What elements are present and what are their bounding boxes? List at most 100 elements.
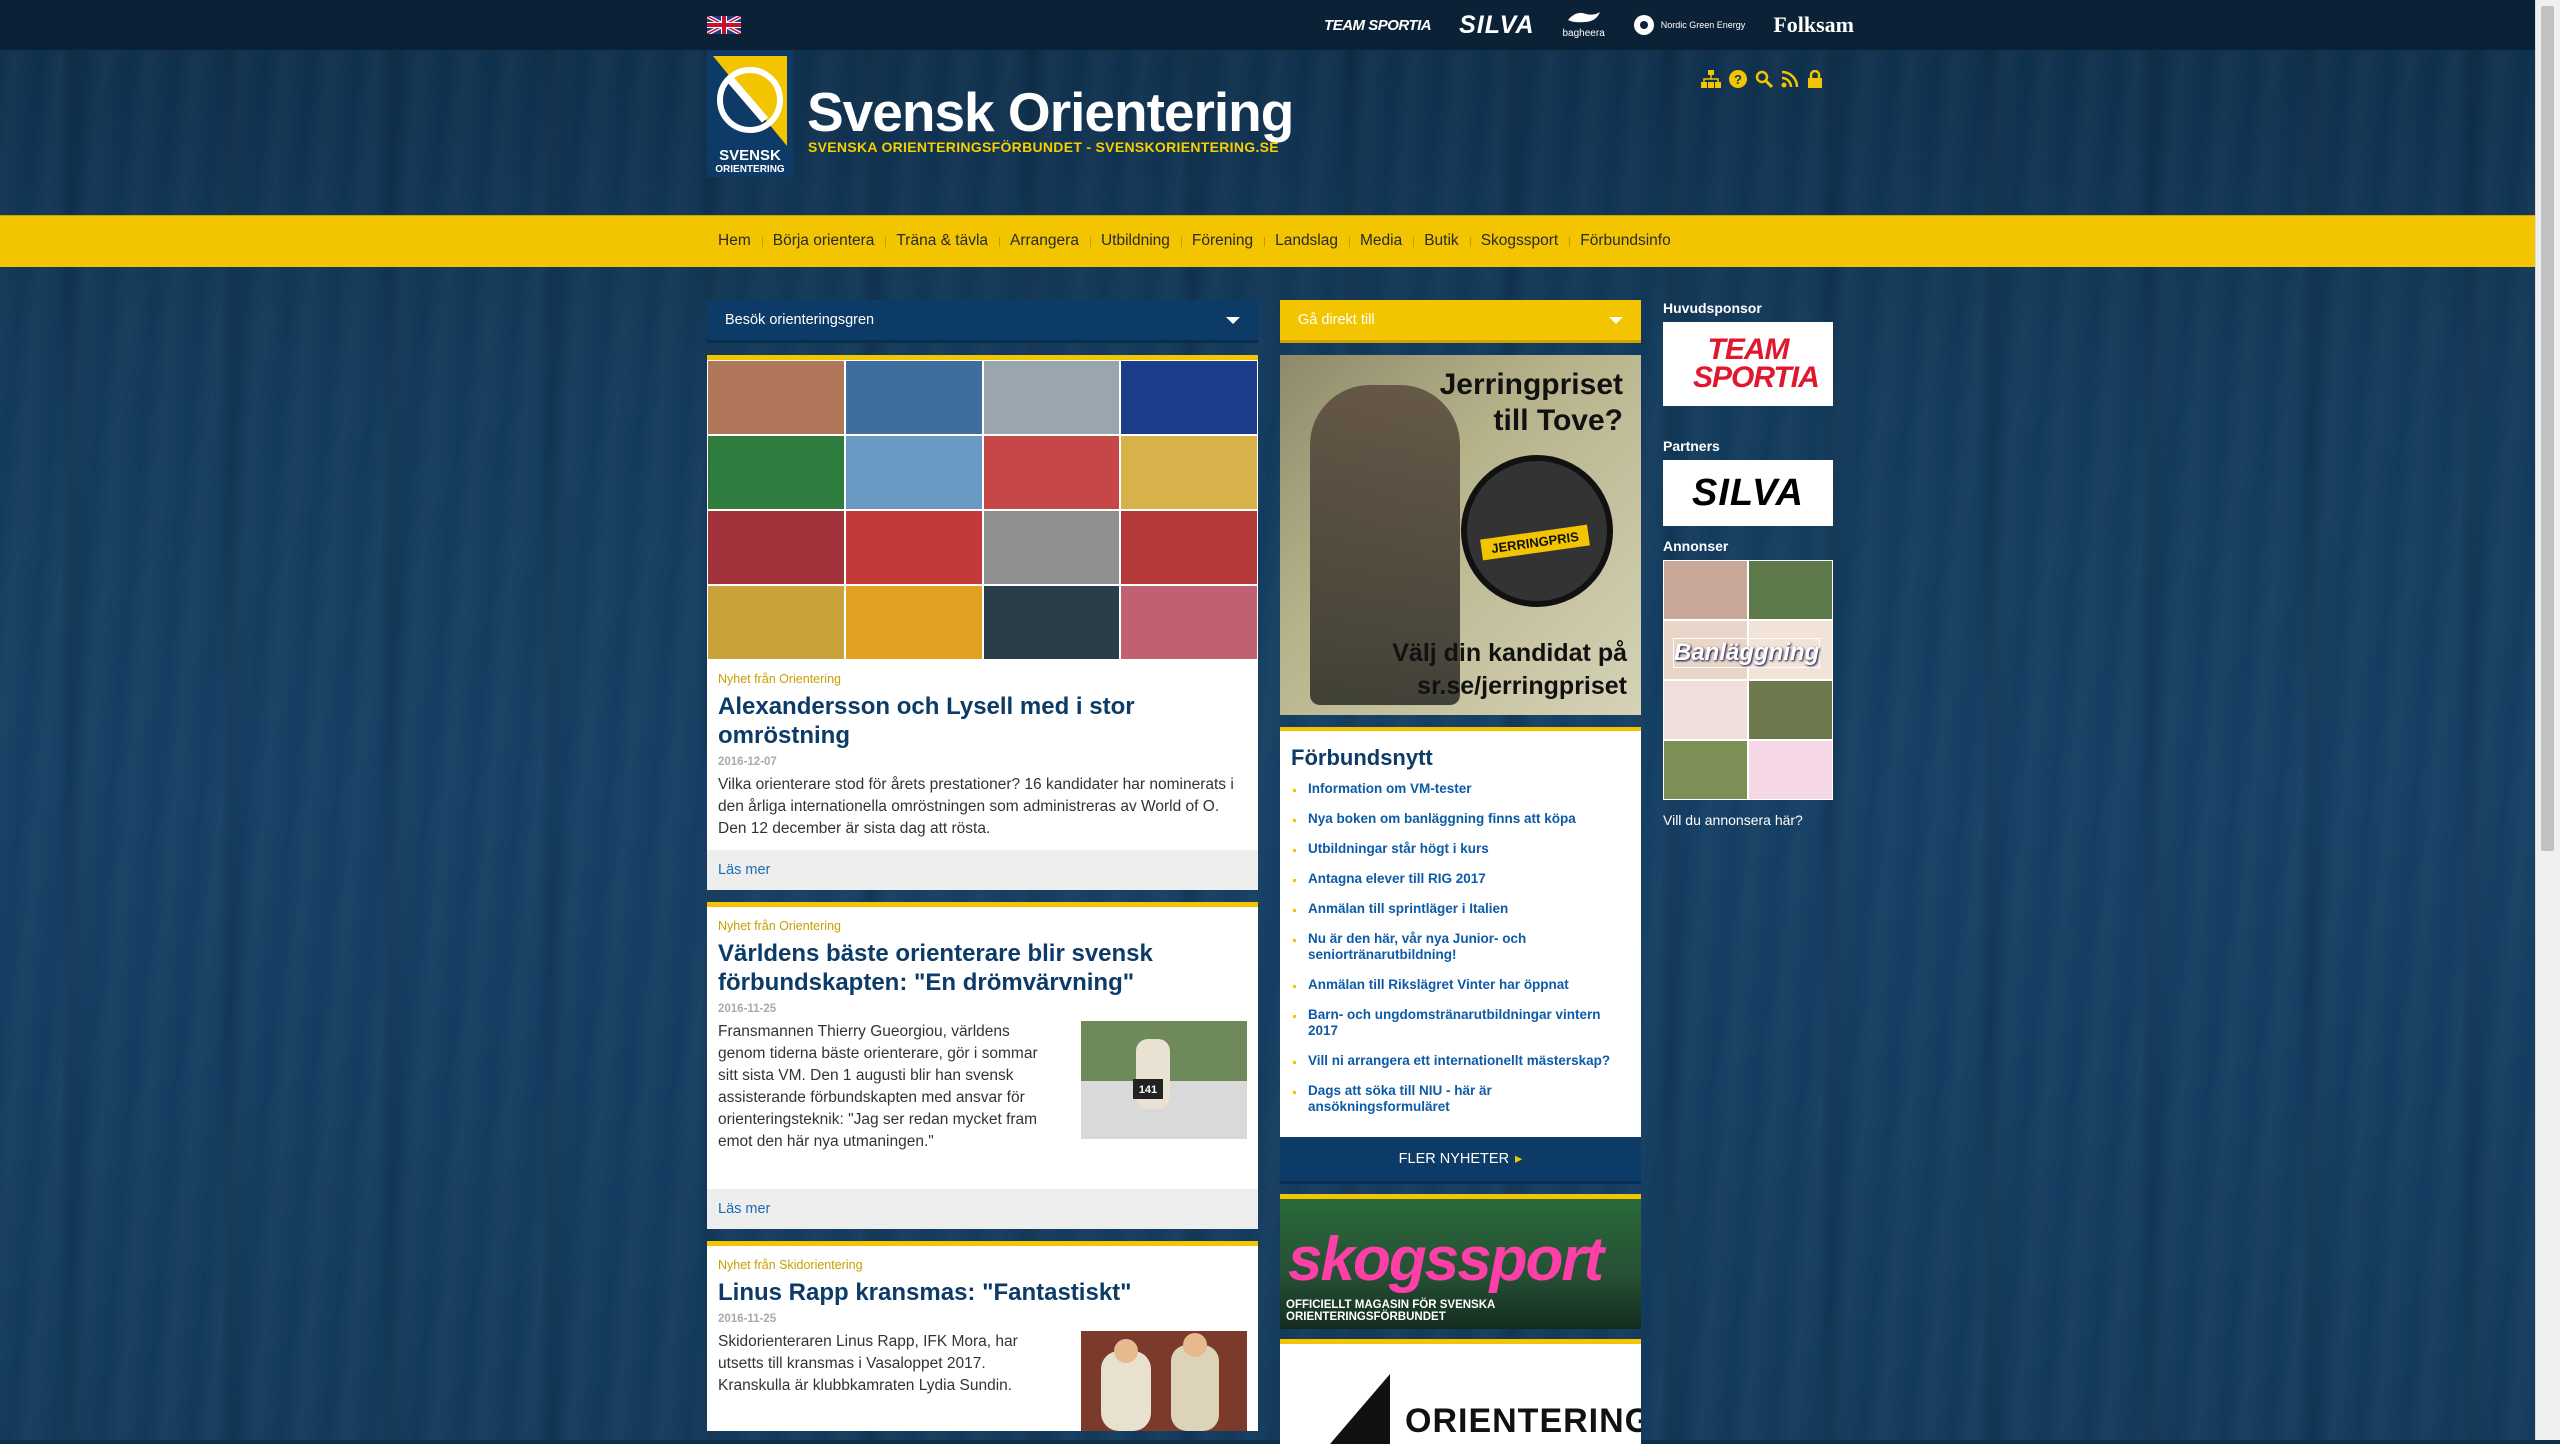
news-link[interactable]: Anmälan till Rikslägret Vinter har öppna…	[1291, 977, 1630, 993]
article-source[interactable]: Nyhet från Skidorientering	[707, 1246, 1258, 1272]
sitemap-icon[interactable]	[1701, 70, 1721, 88]
news-link[interactable]: Barn- och ungdomstränarutbildningar vint…	[1291, 1007, 1630, 1039]
nav-item-media[interactable]: Media	[1349, 232, 1413, 250]
jerringpriset-banner[interactable]: Jerringpriset till Tove? JERRINGPRIS Väl…	[1280, 355, 1641, 715]
sponsor-teamsportia[interactable]: TEAM SPORTIA	[1324, 18, 1432, 33]
uk-flag-icon[interactable]	[707, 16, 741, 34]
banner-line: Jerringpriset	[1439, 368, 1623, 401]
svg-text:141: 141	[1139, 1084, 1157, 1096]
ads-heading: Annonser	[1663, 538, 1729, 554]
team-sportia-logo: TEAM SPORTIA	[1693, 333, 1820, 394]
mosaic-tile	[707, 510, 845, 585]
news-link[interactable]: Antagna elever till RIG 2017	[1291, 871, 1630, 887]
mosaic-tile	[707, 585, 845, 660]
news-link[interactable]: Information om VM-tester	[1291, 781, 1630, 797]
ad-label: Banläggning	[1673, 638, 1821, 668]
article-title[interactable]: Alexandersson och Lysell med i stor omrö…	[718, 692, 1247, 750]
sponsor-bagheera[interactable]: bagheera	[1563, 10, 1605, 40]
partners-heading: Partners	[1663, 438, 1720, 454]
forbundsnytt-title: Förbundsnytt	[1291, 745, 1433, 770]
ad-tile	[1748, 680, 1833, 740]
nav-item-trana-tavla[interactable]: Träna & tävla	[885, 232, 999, 250]
scrollbar-thumb[interactable]	[2541, 6, 2554, 851]
mosaic-tile	[1120, 435, 1258, 510]
article-title[interactable]: Linus Rapp kransmas: "Fantastiskt"	[718, 1278, 1247, 1307]
svg-text:SVENSK: SVENSK	[719, 147, 781, 164]
site-logo[interactable]: SVENSK ORIENTERING Svensk Orientering SV…	[707, 50, 1307, 180]
sponsor-nordic-label: Nordic Green Energy	[1660, 20, 1746, 30]
nav-item-forening[interactable]: Förening	[1180, 232, 1264, 250]
top-sponsor-bar	[0, 0, 2536, 50]
article-title[interactable]: Världens bäste orienterare blir svensk f…	[718, 939, 1247, 997]
skogssport-caption: OFFICIELLT MAGASIN FÖR SVENSKA ORIENTERI…	[1286, 1299, 1495, 1323]
article-thumbnail-runner[interactable]: 141	[1081, 1021, 1247, 1139]
nav-item-utbildning[interactable]: Utbildning	[1089, 232, 1181, 250]
branch-dropdown-label: Besök orienteringsgren	[725, 312, 875, 328]
mosaic-tile	[982, 585, 1121, 660]
nav-item-butik[interactable]: Butik	[1413, 232, 1469, 250]
dropdown-arrow-icon	[1609, 316, 1623, 324]
news-link[interactable]: Nu är den här, vår nya Junior- och senio…	[1291, 931, 1630, 963]
read-more-link[interactable]: Läs mer	[707, 1189, 1258, 1229]
nav-item-borja-orientera[interactable]: Börja orientera	[761, 232, 886, 250]
news-link[interactable]: Anmälan till sprintläger i Italien	[1291, 901, 1630, 917]
logo-subtitle: SVENSKA ORIENTERINGSFÖRBUNDET - SVENSKOR…	[808, 139, 1279, 155]
banner-cta: Välj din kandidat på sr.se/jerringpriset	[1392, 637, 1627, 703]
mosaic-tile	[844, 510, 983, 585]
news-link[interactable]: Vill ni arrangera ett internationellt mä…	[1291, 1053, 1630, 1069]
banner-line: sr.se/jerringpriset	[1417, 672, 1627, 700]
news-link[interactable]: Dags att söka till NIU - här är ansöknin…	[1291, 1083, 1630, 1115]
nav-item-skogssport[interactable]: Skogssport	[1469, 232, 1570, 250]
lock-icon[interactable]	[1807, 70, 1823, 88]
more-news-button[interactable]: FLER NYHETER ▸	[1280, 1137, 1641, 1184]
article-thumbnail-kransmas[interactable]	[1081, 1331, 1247, 1431]
advertise-link[interactable]: Vill du annonsera här?	[1663, 812, 1833, 828]
news-link[interactable]: Nya boken om banläggning finns att köpa	[1291, 811, 1630, 827]
athletes-mosaic-image[interactable]	[707, 360, 1258, 660]
news-column: Besök orienteringsgren Nyhet från Orient…	[707, 300, 1258, 1431]
jerringpris-badge-icon: JERRINGPRIS	[1461, 455, 1613, 607]
sponsor-folksam[interactable]: Folksam	[1773, 12, 1854, 38]
article-source[interactable]: Nyhet från Orientering	[707, 660, 1258, 686]
header-tools: ?	[1701, 70, 1823, 88]
ad-tile	[1663, 680, 1748, 740]
middle-column: Gå direkt till Jerringpriset till Tove? …	[1280, 300, 1641, 1444]
mosaic-tile	[844, 360, 983, 435]
ad-tile	[1663, 740, 1748, 800]
article-body: Vilka orienterare stod för årets prestat…	[718, 776, 1234, 837]
help-icon[interactable]: ?	[1729, 70, 1747, 88]
main-sponsor-tile[interactable]: TEAM SPORTIA	[1663, 322, 1833, 406]
skogssport-banner[interactable]: skogssport OFFICIELLT MAGASIN FÖR SVENSK…	[1280, 1194, 1641, 1329]
more-news-label: FLER NYHETER	[1398, 1151, 1510, 1167]
sponsor-nordic-green-energy[interactable]: Nordic Green Energy	[1633, 14, 1746, 36]
news-link[interactable]: Utbildningar står högt i kurs	[1291, 841, 1630, 857]
orientering-se-label: ORIENTERING.SE	[1405, 1402, 1641, 1440]
nav-item-hem[interactable]: Hem	[707, 232, 762, 250]
sponsor-logos: TEAM SPORTIA SILVA bagheera Nordic Green…	[1324, 8, 1854, 42]
sponsor-silva[interactable]: SILVA	[1459, 11, 1534, 40]
main-sponsor-heading: Huvudsponsor	[1663, 300, 1762, 316]
mosaic-tile	[982, 360, 1121, 435]
article-card: Nyhet från Orientering Alexandersson och…	[707, 355, 1258, 890]
nav-item-landslag[interactable]: Landslag	[1264, 232, 1349, 250]
bagheera-logo-icon	[1567, 12, 1600, 23]
compass-emblem-icon: SVENSK ORIENTERING	[713, 56, 787, 175]
banlaggning-ad[interactable]: Banläggning	[1663, 560, 1833, 800]
rss-icon[interactable]	[1781, 70, 1799, 88]
svg-text:ORIENTERING: ORIENTERING	[715, 164, 785, 175]
mosaic-tile	[1120, 585, 1258, 660]
nav-item-forbundsinfo[interactable]: Förbundsinfo	[1569, 232, 1681, 250]
orientering-se-banner[interactable]: ORIENTERING.SE	[1280, 1339, 1641, 1444]
logo-title: Svensk Orientering	[807, 81, 1294, 143]
skogssport-brand: skogssport	[1288, 1225, 1604, 1294]
vertical-scrollbar[interactable]	[2535, 0, 2560, 1440]
article-card: Nyhet från Skidorientering Linus Rapp kr…	[707, 1241, 1258, 1431]
read-more-link[interactable]: Läs mer	[707, 850, 1258, 890]
partner-tile[interactable]: SILVA	[1663, 460, 1833, 526]
branch-dropdown[interactable]: Besök orienteringsgren	[707, 300, 1258, 343]
nav-item-arrangera[interactable]: Arrangera	[999, 232, 1090, 250]
search-icon[interactable]	[1755, 70, 1773, 88]
quick-links-dropdown[interactable]: Gå direkt till	[1280, 300, 1641, 343]
article-source[interactable]: Nyhet från Orientering	[707, 907, 1258, 933]
banner-line: Välj din kandidat på	[1392, 639, 1627, 667]
